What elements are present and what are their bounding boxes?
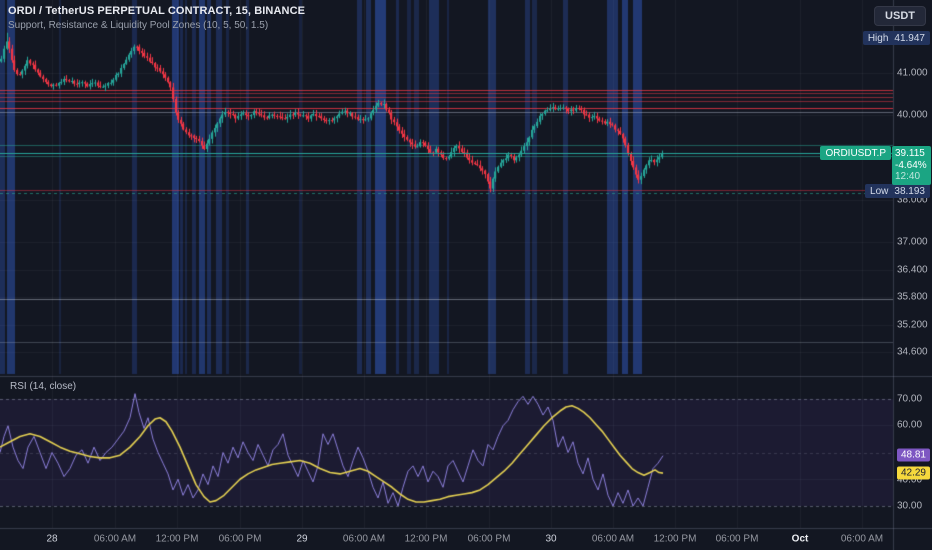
session-high-tag: High 41.947 — [862, 31, 930, 45]
symbol-title[interactable]: ORDI / TetherUS PERPETUAL CONTRACT, 15, … — [8, 5, 305, 17]
price-tick-label: 40.000 — [897, 109, 928, 121]
time-tick-label: 12:00 PM — [404, 533, 448, 545]
time-tick-label: 06:00 PM — [218, 533, 262, 545]
currency-toggle-button[interactable]: USDT — [874, 6, 926, 26]
time-tick-label: 06:00 AM — [591, 533, 635, 545]
session-low-tag: Low 38.193 — [865, 184, 930, 198]
high-label: High — [867, 32, 889, 44]
symbol-price-tag: ORDIUSDT.P — [820, 146, 891, 160]
price-change-pct: -4.64% — [895, 159, 927, 171]
price-tick-label: 37.000 — [897, 236, 928, 248]
rsi-tick-label: 70.00 — [897, 393, 923, 405]
indicator-title[interactable]: Support, Resistance & Liquidity Pool Zon… — [8, 20, 305, 31]
time-tick-label: 06:00 AM — [93, 533, 137, 545]
time-tick-label: 12:00 PM — [653, 533, 697, 545]
rsi-value-tag: 48.81 — [896, 448, 930, 462]
chart-canvas[interactable] — [0, 0, 932, 550]
time-tick-label: 29 — [296, 533, 308, 545]
time-axis[interactable]: 28 06:00 AM 12:00 PM 06:00 PM 29 06:00 AM 12:0… — [0, 528, 893, 550]
bar-countdown: 12:40 — [895, 171, 921, 182]
rsi-ma-value-tag: 42.29 — [896, 466, 930, 480]
price-tick-label: 35.800 — [897, 291, 928, 303]
price-tick-label: 35.200 — [897, 319, 928, 331]
time-tick-label: 28 — [46, 533, 58, 545]
time-tick-label: 30 — [545, 533, 557, 545]
time-tick-label: 12:00 PM — [155, 533, 199, 545]
low-label: Low — [870, 185, 889, 197]
time-tick-label: 06:00 PM — [467, 533, 511, 545]
rsi-tick-label: 60.00 — [897, 419, 923, 431]
rsi-tick-label: 30.00 — [897, 500, 923, 512]
price-tick-label: 34.600 — [897, 346, 928, 358]
last-price-tag: 39.115 -4.64% 12:40 — [892, 146, 931, 185]
high-value: 41.947 — [894, 32, 925, 44]
price-tick-label: 36.400 — [897, 264, 928, 276]
last-price: 39.115 — [895, 148, 925, 159]
time-tick-label: 06:00 AM — [342, 533, 386, 545]
low-value: 38.193 — [894, 185, 925, 197]
chart-legend: ORDI / TetherUS PERPETUAL CONTRACT, 15, … — [8, 5, 305, 31]
price-tick-label: 41.000 — [897, 67, 928, 79]
time-tick-label: Oct — [791, 533, 809, 545]
rsi-legend[interactable]: RSI (14, close) — [10, 381, 76, 392]
time-tick-label: 06:00 AM — [840, 533, 884, 545]
tradingview-chart-window: ORDI / TetherUS PERPETUAL CONTRACT, 15, … — [0, 0, 932, 550]
time-tick-label: 06:00 PM — [715, 533, 759, 545]
